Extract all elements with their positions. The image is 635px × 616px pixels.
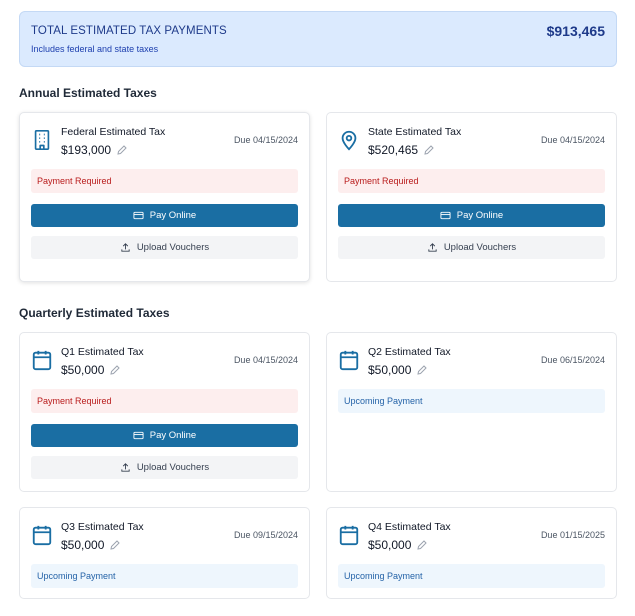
map-pin-icon [341,130,357,151]
upload-vouchers-label: Upload Vouchers [136,242,210,253]
card-title: Federal Estimated Tax [61,126,166,138]
calendar-icon [339,350,359,371]
card-amount: $50,000 [368,538,412,552]
pay-online-label: Pay Online [149,210,197,221]
card-amount: $520,465 [368,143,419,157]
card-federal-tax: Federal Estimated Tax $193,000 Due 04/15… [19,112,310,282]
credit-card-icon [440,211,451,220]
upload-vouchers-button[interactable]: Upload Vouchers [338,236,605,259]
pay-online-label: Pay Online [456,210,504,221]
due-date: Due 01/15/2025 [540,530,605,540]
upload-vouchers-button[interactable]: Upload Vouchers [31,456,298,479]
card-amount-row: $50,000 [368,538,428,552]
building-icon [34,130,50,150]
card-title: Q3 Estimated Tax [61,521,144,533]
card-amount-row: $50,000 [368,363,428,377]
card-amount: $50,000 [368,363,412,377]
card-amount-row: $193,000 [61,143,128,157]
pay-online-button[interactable]: Pay Online [31,424,298,447]
edit-pencil-icon[interactable] [416,539,428,551]
edit-pencil-icon[interactable] [109,539,121,551]
card-amount: $193,000 [61,143,112,157]
card-amount-row: $50,000 [61,538,121,552]
upload-vouchers-button[interactable]: Upload Vouchers [31,236,298,259]
due-date: Due 06/15/2024 [540,355,605,365]
card-title: Q2 Estimated Tax [368,346,451,358]
upload-vouchers-label: Upload Vouchers [443,242,517,253]
summary-total-amount: $913,465 [546,23,605,39]
due-date: Due 04/15/2024 [233,355,298,365]
card-amount: $50,000 [61,538,105,552]
calendar-icon [339,525,359,546]
section-title-quarterly: Quarterly Estimated Taxes [19,306,170,320]
pay-online-button[interactable]: Pay Online [338,204,605,227]
status-badge-upcoming: Upcoming Payment [338,389,605,413]
card-title: Q4 Estimated Tax [368,521,451,533]
status-badge-required: Payment Required [338,169,605,193]
due-date: Due 09/15/2024 [233,530,298,540]
pay-online-button[interactable]: Pay Online [31,204,298,227]
card-state-tax: State Estimated Tax $520,465 Due 04/15/2… [326,112,617,282]
due-date: Due 04/15/2024 [233,135,298,145]
edit-pencil-icon[interactable] [116,144,128,156]
card-amount-row: $520,465 [368,143,435,157]
summary-title: TOTAL ESTIMATED TAX PAYMENTS [31,25,227,37]
card-q1-tax: Q1 Estimated Tax $50,000 Due 04/15/2024 … [19,332,310,492]
credit-card-icon [133,211,144,220]
card-q3-tax: Q3 Estimated Tax $50,000 Due 09/15/2024 … [19,507,310,599]
card-amount: $50,000 [61,363,105,377]
upload-vouchers-label: Upload Vouchers [136,462,210,473]
section-title-annual: Annual Estimated Taxes [19,86,157,100]
card-title: Q1 Estimated Tax [61,346,144,358]
status-badge-upcoming: Upcoming Payment [31,564,298,588]
card-title: State Estimated Tax [368,126,462,138]
card-amount-row: $50,000 [61,363,121,377]
card-q4-tax: Q4 Estimated Tax $50,000 Due 01/15/2025 … [326,507,617,599]
edit-pencil-icon[interactable] [416,364,428,376]
edit-pencil-icon[interactable] [109,364,121,376]
calendar-icon [32,350,52,371]
due-date: Due 04/15/2024 [540,135,605,145]
pay-online-label: Pay Online [149,430,197,441]
summary-subtitle: Includes federal and state taxes [31,44,159,54]
upload-icon [428,243,437,252]
total-summary-banner: TOTAL ESTIMATED TAX PAYMENTS Includes fe… [19,11,617,67]
card-q2-tax: Q2 Estimated Tax $50,000 Due 06/15/2024 … [326,332,617,492]
status-badge-required: Payment Required [31,389,298,413]
credit-card-icon [133,431,144,440]
status-badge-required: Payment Required [31,169,298,193]
upload-icon [121,463,130,472]
upload-icon [121,243,130,252]
edit-pencil-icon[interactable] [423,144,435,156]
status-badge-upcoming: Upcoming Payment [338,564,605,588]
calendar-icon [32,525,52,546]
